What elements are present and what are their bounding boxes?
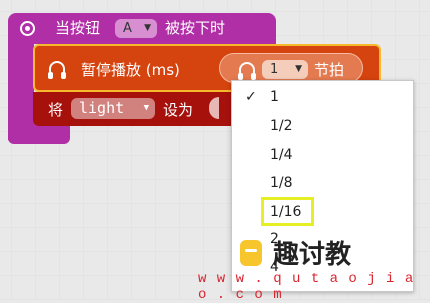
dropdown-option[interactable]: 1/4 [270, 147, 293, 163]
beat-value: 1 [270, 62, 279, 77]
watermark-brand: 趣讨教 [273, 240, 352, 270]
watermark-url: w w w . q u t a o j i a o . c o m [198, 271, 415, 303]
dropdown-option[interactable]: 1/8 [270, 175, 293, 191]
chat-logo-icon [240, 240, 262, 266]
headphone-icon [48, 61, 66, 79]
beat-unit-label: 节拍 [314, 61, 345, 79]
variable-dropdown[interactable]: light ▼ [71, 98, 155, 119]
chevron-down-icon: ▼ [144, 23, 151, 33]
chevron-down-icon: ▼ [143, 103, 149, 113]
set-prefix-label: 将 [48, 101, 64, 119]
beat-value-dropdown[interactable]: 1 ▼ [262, 60, 308, 79]
dropdown-option[interactable]: 1 [270, 89, 279, 105]
chevron-down-icon: ▼ [295, 64, 302, 74]
button-select-dropdown[interactable]: A ▼ [115, 19, 157, 38]
event-prefix-label: 当按钮 [55, 19, 101, 37]
headphone-icon [238, 62, 256, 80]
check-icon: ✓ [245, 89, 257, 105]
variable-name: light [79, 99, 125, 117]
dropdown-option[interactable]: 1/2 [270, 118, 293, 134]
button-select-value: A [123, 21, 132, 36]
radio-target-icon [20, 21, 35, 36]
event-suffix-label: 被按下时 [165, 19, 226, 37]
set-suffix-label: 设为 [163, 101, 194, 119]
highlight-box [261, 197, 314, 226]
pause-label: 暂停播放 (ms) [81, 61, 180, 79]
